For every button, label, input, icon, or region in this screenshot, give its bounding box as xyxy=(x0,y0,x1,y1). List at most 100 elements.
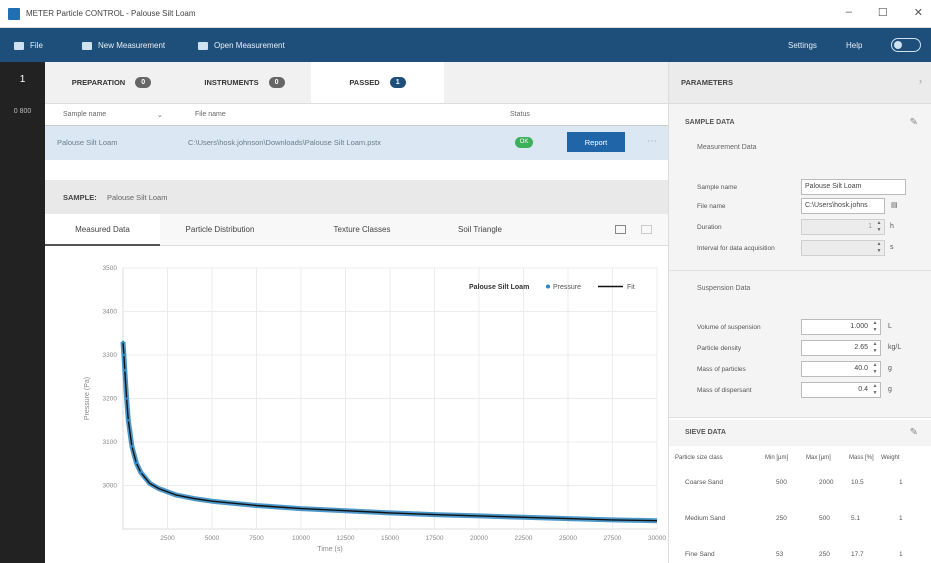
new-measurement-icon xyxy=(82,41,92,50)
mass-dispersant-stepper[interactable]: ▲ ▼ xyxy=(871,383,879,397)
file-name-input[interactable]: C:\Users\hosk.johns xyxy=(801,198,885,214)
table-row[interactable]: Palouse Silt Loam C:\Users\hosk.johnson\… xyxy=(45,126,668,160)
close-button[interactable]: ✕ xyxy=(914,6,923,19)
duration-stepper: ▲ ▼ xyxy=(876,220,882,233)
y-tick-label: 3500 xyxy=(103,265,118,272)
tab-passed-count: 1 xyxy=(389,77,406,88)
sieve-col-weight: Weight xyxy=(881,455,900,461)
mass-particles-stepper[interactable]: ▲ ▼ xyxy=(871,362,879,376)
status-badge: OK xyxy=(515,137,533,148)
sieve-data-header[interactable]: SIEVE DATA ✎ xyxy=(669,420,931,446)
window-controls: – ☐ ✕ xyxy=(846,6,923,19)
y-tick-label: 3000 xyxy=(103,483,118,490)
table-view-icon[interactable] xyxy=(615,225,626,234)
y-tick-label: 3100 xyxy=(103,439,118,446)
tab-soil-triangle[interactable]: Soil Triangle xyxy=(425,214,535,246)
y-tick-label: 3400 xyxy=(103,309,118,316)
legend-pressure-label: Pressure xyxy=(553,284,581,291)
new-measurement-button[interactable]: New Measurement xyxy=(82,41,165,50)
sieve-max: 250 xyxy=(819,551,830,558)
rail-item-1[interactable]: 1 xyxy=(0,74,45,85)
browse-icon[interactable]: ▤ xyxy=(891,201,898,209)
chart-area: 2500 5000 7500 10000 12500 15000 17500 20000 225… xyxy=(45,246,668,563)
chart-title: Palouse Silt Loam xyxy=(469,284,529,291)
x-tick-label: 27500 xyxy=(603,535,621,542)
column-sample-name[interactable]: Sample name xyxy=(63,111,106,118)
tab-instruments-label: INSTRUMENTS xyxy=(204,78,259,87)
more-options-icon[interactable]: ⋯ xyxy=(647,136,657,147)
y-tick-label: 3200 xyxy=(103,396,118,403)
menu-bar: File New Measurement Open Measurement Se… xyxy=(0,28,931,62)
sieve-mass: 5.1 xyxy=(851,515,861,522)
tab-preparation[interactable]: PREPARATION 0 xyxy=(45,62,178,103)
file-menu[interactable]: File xyxy=(14,41,43,50)
tab-measured-data[interactable]: Measured Data xyxy=(45,214,160,246)
x-tick-label: 20000 xyxy=(470,535,488,542)
volume-stepper[interactable]: ▲ ▼ xyxy=(871,320,879,334)
sieve-max: 500 xyxy=(819,515,830,522)
help-menu[interactable]: Help xyxy=(846,41,862,50)
x-tick-label: 30000 xyxy=(648,535,666,542)
sample-name-input[interactable]: Palouse Silt Loam xyxy=(801,179,906,195)
sieve-mass: 10.5 xyxy=(851,479,864,486)
mass-dispersant-input[interactable]: 0.4 ▲ ▼ xyxy=(801,382,881,398)
window-title: METER Particle CONTROL - Palouse Silt Lo… xyxy=(26,9,196,18)
settings-label: Settings xyxy=(788,41,817,50)
panel-toggle[interactable] xyxy=(891,38,921,52)
particle-density-input[interactable]: 2.65 ▲ ▼ xyxy=(801,340,881,356)
table-header: Sample name ⌄ File name Status xyxy=(45,104,668,126)
x-axis-label: Time (s) xyxy=(317,546,342,553)
particle-density-value: 2.65 xyxy=(854,344,868,351)
open-measurement-icon xyxy=(198,41,208,50)
sieve-class: Coarse Sand xyxy=(685,479,723,486)
sample-name: Palouse Silt Loam xyxy=(107,193,168,202)
sample-name-label: Sample name xyxy=(697,184,738,191)
pressure-chart: 2500 5000 7500 10000 12500 15000 17500 20000 225… xyxy=(84,265,666,553)
settings-menu[interactable]: Settings xyxy=(788,41,817,50)
pressure-point xyxy=(139,471,143,474)
mass-particles-value: 40.0 xyxy=(854,365,868,372)
measurement-data-subtitle: Measurement Data xyxy=(697,144,757,151)
sort-icon[interactable]: ⌄ xyxy=(157,111,163,119)
tab-texture-classes[interactable]: Texture Classes xyxy=(307,214,417,246)
x-tick-label: 25000 xyxy=(559,535,577,542)
column-status[interactable]: Status xyxy=(510,111,530,118)
pressure-point xyxy=(135,461,138,465)
sieve-weight: 1 xyxy=(899,515,903,522)
pressure-point xyxy=(121,340,125,344)
report-button[interactable]: Report xyxy=(567,132,625,152)
sieve-col-min: Min [µm] xyxy=(765,455,789,461)
pressure-point xyxy=(130,445,134,448)
parameters-panel: PARAMETERS › SAMPLE DATA ✎ Measurement D… xyxy=(668,62,931,563)
tab-instruments[interactable]: INSTRUMENTS 0 xyxy=(178,62,311,103)
volume-input[interactable]: 1.000 ▲ ▼ xyxy=(801,319,881,335)
edit-pencil-icon[interactable]: ✎ xyxy=(910,117,918,128)
rail-item-2[interactable]: 0 800 xyxy=(0,108,45,115)
particle-density-stepper[interactable]: ▲ ▼ xyxy=(871,341,879,355)
sample-data-section: SAMPLE DATA ✎ Measurement Data Sample na… xyxy=(669,104,931,270)
interval-label: Interval for data acquisition xyxy=(697,245,775,252)
x-tick-label: 7500 xyxy=(249,535,264,542)
x-tick-label: 17500 xyxy=(425,535,443,542)
pressure-point xyxy=(125,397,128,400)
view-tabs: Measured Data Particle Distribution Text… xyxy=(45,214,668,246)
y-axis-label: Pressure (Pa) xyxy=(84,377,91,420)
mass-particles-input[interactable]: 40.0 ▲ ▼ xyxy=(801,361,881,377)
volume-value: 1.000 xyxy=(850,323,868,330)
suspension-data-section: Suspension Data Volume of suspension 1.0… xyxy=(669,270,931,410)
minimize-button[interactable]: – xyxy=(846,6,852,19)
x-tick-label: 15000 xyxy=(381,535,399,542)
column-file-name[interactable]: File name xyxy=(195,111,226,118)
sample-data-header[interactable]: SAMPLE DATA ✎ xyxy=(669,110,931,136)
sieve-edit-pencil-icon[interactable]: ✎ xyxy=(910,427,918,438)
tab-particle-distribution[interactable]: Particle Distribution xyxy=(160,214,280,246)
row-sample-name: Palouse Silt Loam xyxy=(57,138,118,147)
tab-passed[interactable]: PASSED 1 xyxy=(311,62,444,103)
maximize-button[interactable]: ☐ xyxy=(878,6,888,19)
sieve-col-max: Max [µm] xyxy=(806,455,831,461)
export-icon[interactable] xyxy=(641,225,652,234)
collapse-icon[interactable]: › xyxy=(919,76,922,86)
open-measurement-button[interactable]: Open Measurement xyxy=(198,41,285,50)
sieve-min: 250 xyxy=(776,515,787,522)
x-tick-label: 2500 xyxy=(160,535,175,542)
